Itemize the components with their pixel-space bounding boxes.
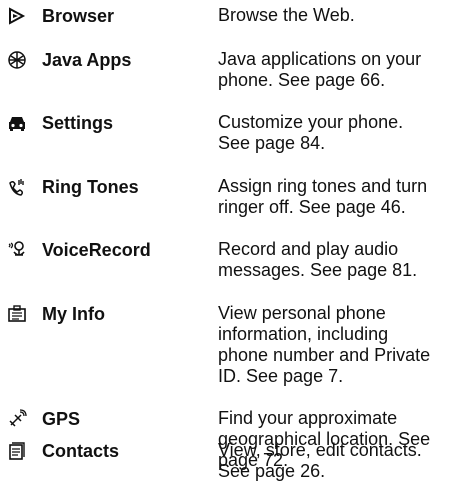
menu-item-description: Assign ring tones and turn ringer off. S… bbox=[218, 176, 428, 217]
menu-item-name: GPS bbox=[42, 409, 81, 429]
menu-row-java-apps: Java Apps Java applications on your phon… bbox=[0, 46, 476, 92]
menu-item-name: Browser bbox=[42, 6, 115, 26]
menu-item-description: View personal phone information, includi… bbox=[218, 303, 431, 386]
gps-icon bbox=[6, 408, 28, 430]
java-apps-icon bbox=[6, 49, 28, 71]
menu-item-name: Settings bbox=[42, 113, 114, 133]
menu-item-name: Java Apps bbox=[42, 50, 132, 70]
menu-item-description: Browse the Web. bbox=[218, 5, 355, 25]
menu-row-ring-tones: Ring Tones Assign ring tones and turn ri… bbox=[0, 173, 476, 219]
menu-row-contacts: Contacts View, store, edit contacts. See… bbox=[0, 437, 476, 483]
menu-item-name: VoiceRecord bbox=[42, 240, 151, 260]
my-info-icon bbox=[6, 303, 28, 325]
menu-item-name: My Info bbox=[42, 304, 105, 324]
menu-item-name: Contacts bbox=[42, 441, 120, 461]
menu-item-description: Record and play audio messages. See page… bbox=[218, 239, 418, 280]
menu-row-settings: Settings Customize your phone. See page … bbox=[0, 109, 476, 155]
menu-row-my-info: My Info View personal phone information,… bbox=[0, 300, 476, 388]
ring-tones-icon bbox=[6, 176, 28, 198]
menu-item-description: Java applications on your phone. See pag… bbox=[218, 49, 422, 90]
menu-row-browser: Browser Browse the Web. bbox=[0, 2, 476, 30]
menu-item-description: View, store, edit contacts. See page 26. bbox=[218, 440, 422, 481]
menu-row-voice-record: VoiceRecord Record and play audio messag… bbox=[0, 236, 476, 282]
menu-item-name: Ring Tones bbox=[42, 177, 139, 197]
settings-icon bbox=[6, 112, 28, 134]
menu-item-description: Customize your phone. See page 84. bbox=[218, 112, 404, 153]
voice-record-icon bbox=[6, 239, 28, 261]
browser-icon bbox=[6, 5, 28, 27]
contacts-icon bbox=[6, 440, 28, 462]
